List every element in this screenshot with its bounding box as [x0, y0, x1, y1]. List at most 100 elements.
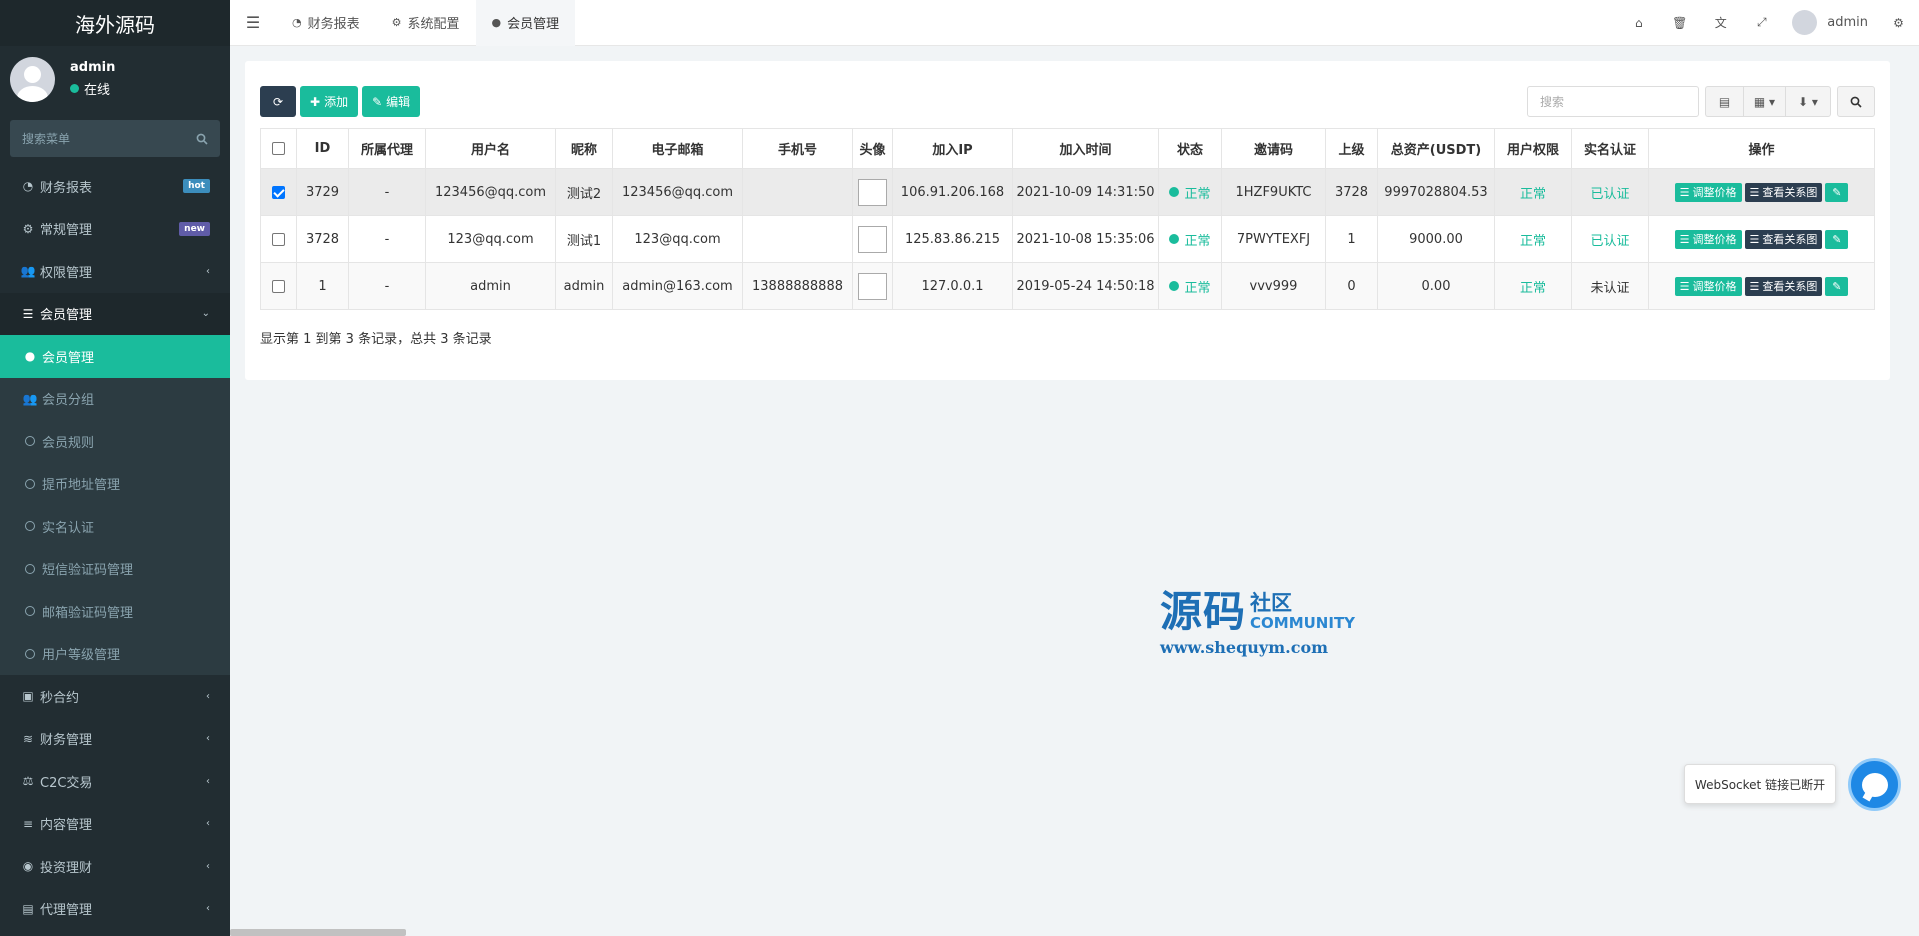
chevron-down-icon: ⌄	[201, 308, 210, 320]
sidebar-item-finance-report[interactable]: ◔ 财务报表 hot	[0, 165, 230, 208]
language-icon[interactable]: 文	[1700, 0, 1741, 46]
avatar-thumbnail[interactable]	[858, 178, 887, 206]
row-edit-button[interactable]: ✎	[1825, 276, 1849, 296]
sidebar-item-member-mgmt[interactable]: ☰ 会员管理 ⌄	[0, 292, 230, 335]
column-header[interactable]: 总资产(USDT)	[1377, 128, 1495, 169]
cell-nickname: admin	[555, 262, 613, 310]
header-user-name: admin	[1827, 15, 1868, 30]
sidebar-item-permission[interactable]: 👥 权限管理 ‹	[0, 250, 230, 293]
avatar-thumbnail[interactable]	[858, 272, 887, 300]
row-checkbox[interactable]	[272, 279, 285, 293]
column-header[interactable]: 头像	[852, 128, 893, 169]
sidebar-item-finance-mgmt[interactable]: ≋ 财务管理 ‹	[0, 718, 230, 761]
calendar-icon: ▣	[22, 689, 34, 704]
circle-icon	[25, 478, 35, 489]
chevron-left-icon: ‹	[206, 733, 210, 745]
column-header[interactable]: 加入IP	[892, 128, 1013, 169]
circle-icon	[25, 648, 35, 659]
sidebar-item-withdraw-address[interactable]: 提币地址管理	[0, 463, 230, 506]
adjust-price-button[interactable]: ☰ 调整价格	[1674, 229, 1742, 249]
app-logo[interactable]: 海外源码	[0, 0, 230, 46]
add-button[interactable]: ✚ 添加	[300, 86, 359, 117]
avatar-thumbnail[interactable]	[858, 225, 887, 253]
users-icon: 👥	[22, 391, 38, 406]
sidebar-item-agent[interactable]: ▤ 代理管理 ‹	[0, 888, 230, 931]
sidebar-item-content[interactable]: ≡ 内容管理 ‹	[0, 803, 230, 846]
column-header[interactable]: 实名认证	[1571, 128, 1649, 169]
column-header[interactable]: ID	[296, 128, 349, 169]
column-header[interactable]: 昵称	[555, 128, 613, 169]
adjust-price-button[interactable]: ☰ 调整价格	[1674, 276, 1742, 296]
columns-button[interactable]: ▦ ▾	[1743, 86, 1785, 117]
cell-realname: 未认证	[1571, 262, 1649, 310]
sidebar-item-realname[interactable]: 实名认证	[0, 505, 230, 548]
column-header[interactable]: 用户权限	[1494, 128, 1572, 169]
column-header[interactable]: 手机号	[742, 128, 853, 169]
dashboard-icon: ◔	[22, 179, 34, 194]
column-header[interactable]: 操作	[1648, 128, 1875, 169]
sidebar-item-invest[interactable]: ◉ 投资理财 ‹	[0, 845, 230, 888]
view-relation-button[interactable]: ☰ 查看关系图	[1744, 276, 1823, 296]
column-header[interactable]: 电子邮箱	[612, 128, 743, 169]
table-row[interactable]: 3729 - 123456@qq.com 测试2 123456@qq.com 1…	[260, 168, 1875, 216]
tab-label: 系统配置	[407, 17, 460, 32]
view-relation-button[interactable]: ☰ 查看关系图	[1744, 182, 1823, 202]
tab-member-mgmt[interactable]: ● 会员管理	[475, 0, 576, 46]
watermark-community: COMMUNITY	[1250, 614, 1356, 632]
sidebar-item-general[interactable]: ⚙ 常规管理 new	[0, 208, 230, 251]
tab-finance-report[interactable]: ◔ 财务报表	[276, 0, 376, 46]
row-checkbox[interactable]	[272, 185, 285, 199]
select-all-checkbox[interactable]	[272, 142, 285, 155]
menu-toggle-icon[interactable]: ☰	[230, 0, 276, 46]
sidebar-item-member-rules[interactable]: 会员规则	[0, 420, 230, 463]
row-checkbox[interactable]	[272, 232, 285, 246]
column-header[interactable]: 用户名	[425, 128, 556, 169]
database-icon: ≋	[22, 731, 34, 746]
search-icon[interactable]	[196, 133, 208, 145]
export-button[interactable]: ⬇ ▾	[1785, 86, 1831, 117]
sidebar-item-label: 秒合约	[40, 690, 80, 706]
circle-icon	[25, 606, 35, 617]
sidebar-item-label: 代理管理	[40, 903, 93, 919]
home-icon[interactable]: ⌂	[1618, 0, 1659, 46]
edit-button[interactable]: ✎ 编辑	[362, 86, 421, 117]
settings-icon[interactable]: ⚙	[1878, 0, 1919, 46]
plus-icon: ✚	[310, 94, 321, 109]
horizontal-scrollbar[interactable]	[230, 929, 406, 936]
row-edit-button[interactable]: ✎	[1825, 182, 1849, 202]
cell-email: 123@qq.com	[612, 215, 743, 263]
user-panel: admin 在线	[0, 46, 230, 112]
status-badge: 正常	[1169, 230, 1211, 249]
sidebar-item-c2c[interactable]: ⚖ C2C交易 ‹	[0, 760, 230, 803]
column-header[interactable]: 加入时间	[1012, 128, 1159, 169]
tab-system-config[interactable]: ⚙ 系统配置	[376, 0, 476, 46]
column-header[interactable]: 邀请码	[1221, 128, 1326, 169]
sidebar-item-member[interactable]: ● 会员管理	[0, 335, 230, 378]
trash-icon[interactable]: 🗑	[1659, 0, 1700, 46]
column-header[interactable]: 所属代理	[348, 128, 426, 169]
table-row[interactable]: 1 - admin admin admin@163.com 1388888888…	[260, 262, 1875, 310]
sidebar-item-member-group[interactable]: 👥 会员分组	[0, 378, 230, 421]
column-header[interactable]: 上级	[1325, 128, 1378, 169]
sidebar-item-user-level[interactable]: 用户等级管理	[0, 633, 230, 676]
table-row[interactable]: 3728 - 123@qq.com 测试1 123@qq.com 125.83.…	[260, 215, 1875, 263]
refresh-button[interactable]: ⟳	[260, 86, 296, 117]
cell-ip: 127.0.0.1	[892, 262, 1013, 310]
cell-assets: 9997028804.53	[1377, 168, 1495, 216]
sidebar-item-email-code[interactable]: 邮箱验证码管理	[0, 590, 230, 633]
status-dot-icon	[1169, 187, 1180, 197]
advanced-search-button[interactable]	[1837, 86, 1875, 117]
row-edit-button[interactable]: ✎	[1825, 229, 1849, 249]
header-user[interactable]: admin	[1782, 10, 1878, 35]
sidebar-item-seconds-contract[interactable]: ▣ 秒合约 ‹	[0, 675, 230, 718]
cell-join-time: 2021-10-08 15:35:06	[1012, 215, 1159, 263]
sidebar-search-input[interactable]	[22, 131, 182, 146]
view-relation-button[interactable]: ☰ 查看关系图	[1744, 229, 1823, 249]
adjust-price-button[interactable]: ☰ 调整价格	[1674, 182, 1742, 202]
websocket-chat-button[interactable]	[1848, 758, 1901, 811]
column-header[interactable]: 状态	[1158, 128, 1222, 169]
sidebar-item-sms-code[interactable]: 短信验证码管理	[0, 548, 230, 591]
fullscreen-icon[interactable]: ⤢	[1741, 0, 1782, 46]
table-search-input[interactable]	[1527, 86, 1699, 117]
toggle-view-button[interactable]: ▤	[1705, 86, 1743, 117]
